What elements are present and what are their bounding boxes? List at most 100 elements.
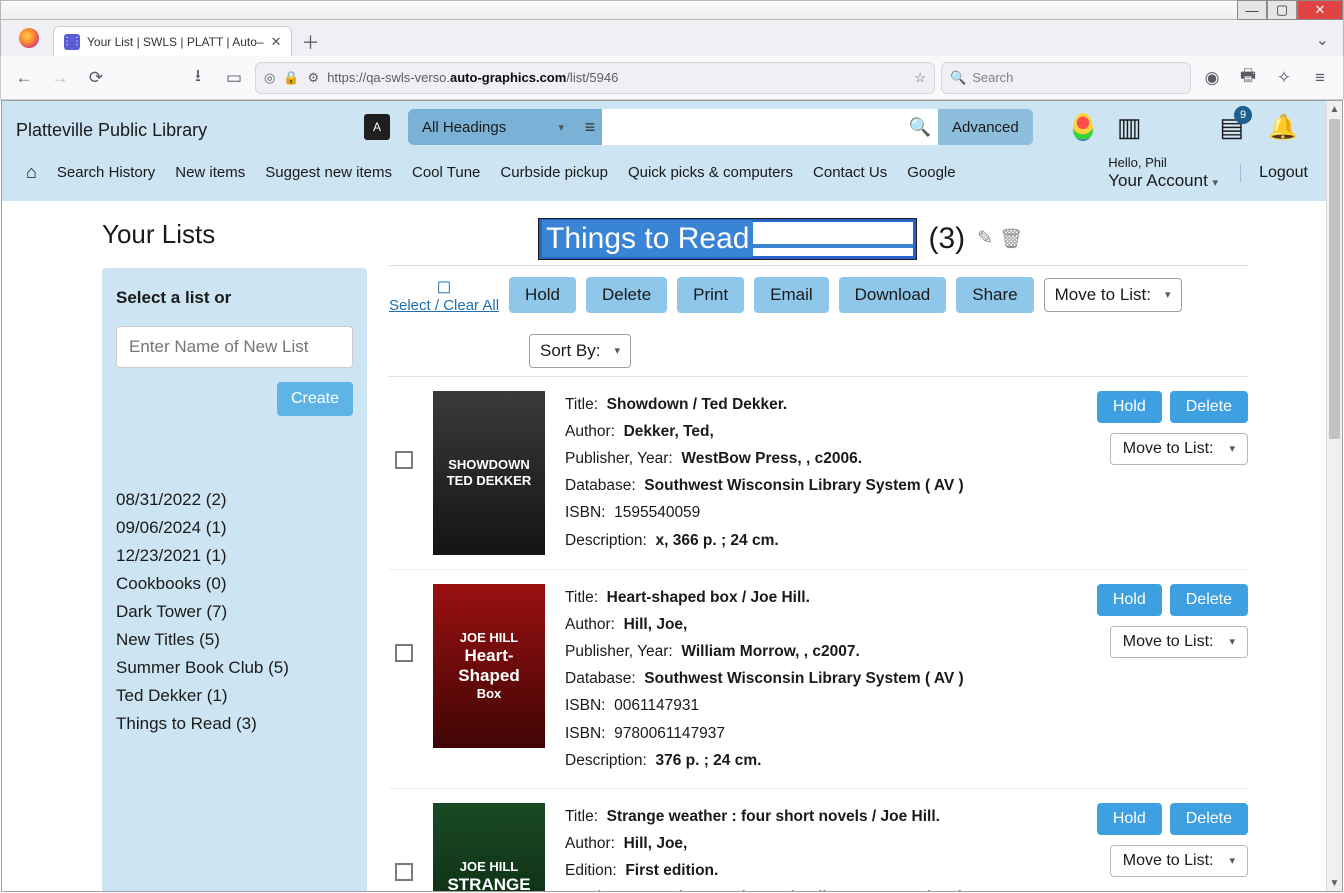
list-link[interactable]: 09/06/2024 (1)	[116, 514, 353, 542]
back-button[interactable]: ←	[9, 63, 39, 93]
scroll-up-icon[interactable]: ▲	[1327, 101, 1342, 117]
advanced-search-link[interactable]: Advanced	[938, 109, 1033, 145]
browser-tab-active[interactable]: ⋮⋮ Your List | SWLS | PLATT | Auto– ✕	[53, 26, 292, 56]
library-name[interactable]: Platteville Public Library	[10, 114, 350, 141]
bulk-email-button[interactable]: Email	[754, 277, 829, 313]
container-icon[interactable]: ▭	[219, 63, 249, 93]
item-hold-button[interactable]: Hold	[1097, 584, 1162, 616]
account-menu[interactable]: Hello, Phil Your Account ▾	[1108, 155, 1218, 191]
item-delete-button[interactable]: Delete	[1170, 584, 1248, 616]
list-content: Things to Read (3) ✎ 🗑 ◻ Select / Clear …	[389, 219, 1308, 891]
library-search-input[interactable]	[602, 109, 902, 145]
home-icon[interactable]: ⌂	[26, 162, 37, 183]
nav-new-items[interactable]: New items	[175, 164, 245, 181]
library-header: Platteville Public Library A All Heading…	[2, 101, 1326, 201]
tab-title: Your List | SWLS | PLATT | Auto–	[87, 35, 264, 49]
database-icon[interactable]: ≡	[578, 117, 602, 138]
bookmark-star-icon[interactable]: ☆	[914, 70, 926, 86]
sidebar-select-label: Select a list or	[116, 288, 353, 308]
item-metadata: Title: Strange weather : four short nove…	[565, 803, 1077, 891]
sidebar: Your Lists Select a list or Create 08/31…	[102, 219, 367, 891]
page-viewport: Platteville Public Library A All Heading…	[1, 100, 1343, 892]
permissions-icon[interactable]: ⚙	[308, 70, 320, 86]
nav-cool-tune[interactable]: Cool Tune	[412, 164, 480, 181]
item-checkbox[interactable]	[395, 451, 413, 469]
search-scope-dropdown[interactable]: All Headings▾	[408, 109, 578, 145]
browser-toolbar: ← → ⟳ ⭳ ▭ ◎ 🔒 ⚙ https://qa-swls-verso.au…	[0, 56, 1344, 100]
nav-quick-picks[interactable]: Quick picks & computers	[628, 164, 793, 181]
item-checkbox[interactable]	[395, 863, 413, 881]
item-move-dropdown[interactable]: Move to List:▾	[1110, 626, 1248, 658]
list-link[interactable]: 08/31/2022 (2)	[116, 486, 353, 514]
item-checkbox[interactable]	[395, 644, 413, 662]
bulk-print-button[interactable]: Print	[677, 277, 744, 313]
list-link[interactable]: Dark Tower (7)	[116, 598, 353, 626]
new-list-name-input[interactable]	[116, 326, 353, 368]
list-link[interactable]: Things to Read (3)	[116, 710, 353, 738]
create-list-button[interactable]: Create	[277, 382, 353, 416]
bulk-download-button[interactable]: Download	[839, 277, 947, 313]
window-close-button[interactable]: ✕	[1297, 0, 1343, 20]
list-link[interactable]: Ted Dekker (1)	[116, 682, 353, 710]
bulk-move-dropdown[interactable]: Move to List:▾	[1044, 278, 1182, 312]
balloon-icon[interactable]	[1073, 113, 1093, 141]
sidebar-title: Your Lists	[102, 219, 367, 250]
bulk-hold-button[interactable]: Hold	[509, 277, 576, 313]
bulk-share-button[interactable]: Share	[956, 277, 1033, 313]
window-maximize-button[interactable]: ▢	[1267, 0, 1297, 20]
shield-icon[interactable]: ◎	[264, 70, 275, 86]
delete-list-icon[interactable]: 🗑	[999, 227, 1023, 251]
nav-curbside[interactable]: Curbside pickup	[500, 164, 608, 181]
shelf-icon[interactable]: ▥	[1117, 112, 1142, 143]
list-item: JOE HILLHeart-ShapedBox Title: Heart-sha…	[389, 570, 1248, 789]
nav-contact[interactable]: Contact Us	[813, 164, 887, 181]
item-move-dropdown[interactable]: Move to List:▾	[1110, 845, 1248, 877]
book-cover[interactable]: SHOWDOWNTED DEKKER	[433, 391, 545, 555]
item-delete-button[interactable]: Delete	[1170, 391, 1248, 423]
tab-close-icon[interactable]: ✕	[271, 34, 282, 50]
book-cover[interactable]: JOE HILLSTRANGEWEATHER	[433, 803, 545, 891]
item-move-dropdown[interactable]: Move to List:▾	[1110, 433, 1248, 465]
url-bar[interactable]: ◎ 🔒 ⚙ https://qa-swls-verso.auto-graphic…	[255, 62, 935, 94]
tabs-dropdown-icon[interactable]: ⌄	[1302, 24, 1343, 56]
select-all-toggle[interactable]: ◻ Select / Clear All	[389, 276, 499, 314]
extensions-icon[interactable]: ✧	[1269, 63, 1299, 93]
notifications-icon[interactable]: ▤9	[1220, 112, 1245, 143]
bell-icon[interactable]: 🔔	[1268, 113, 1298, 142]
item-hold-button[interactable]: Hold	[1097, 803, 1162, 835]
window-minimize-button[interactable]: —	[1237, 0, 1267, 20]
pocket-icon[interactable]: ◉	[1197, 63, 1227, 93]
list-count: (3)	[928, 222, 965, 256]
nav-google[interactable]: Google	[907, 164, 955, 181]
edit-list-icon[interactable]: ✎	[977, 227, 993, 251]
item-hold-button[interactable]: Hold	[1097, 391, 1162, 423]
print-icon[interactable]: 🖶	[1233, 63, 1263, 93]
list-link[interactable]: New Titles (5)	[116, 626, 353, 654]
extension-icon[interactable]: ⭳	[183, 63, 213, 93]
list-link[interactable]: Cookbooks (0)	[116, 570, 353, 598]
logout-link[interactable]: Logout	[1240, 164, 1308, 182]
vertical-scrollbar[interactable]: ▲ ▼	[1326, 101, 1342, 891]
nav-suggest[interactable]: Suggest new items	[265, 164, 392, 181]
list-link[interactable]: 12/23/2021 (1)	[116, 542, 353, 570]
scroll-down-icon[interactable]: ▼	[1327, 875, 1342, 891]
book-cover[interactable]: JOE HILLHeart-ShapedBox	[433, 584, 545, 748]
browser-tab-strip: ⋮⋮ Your List | SWLS | PLATT | Auto– ✕ ＋ …	[0, 20, 1344, 56]
new-tab-button[interactable]: ＋	[296, 28, 324, 56]
language-icon[interactable]: A	[364, 114, 390, 140]
browser-search-box[interactable]: 🔍 Search	[941, 62, 1191, 94]
item-delete-button[interactable]: Delete	[1170, 803, 1248, 835]
hamburger-menu-icon[interactable]: ≡	[1305, 63, 1335, 93]
search-placeholder: Search	[972, 70, 1013, 85]
bulk-delete-button[interactable]: Delete	[586, 277, 667, 313]
search-icon: 🔍	[950, 70, 966, 86]
item-metadata: Title: Showdown / Ted Dekker. Author: De…	[565, 391, 1077, 554]
list-title-edit-input[interactable]: Things to Read	[539, 219, 916, 259]
lock-icon[interactable]: 🔒	[283, 70, 299, 86]
reload-button[interactable]: ⟳	[81, 63, 111, 93]
scrollbar-thumb[interactable]	[1329, 119, 1340, 439]
list-link[interactable]: Summer Book Club (5)	[116, 654, 353, 682]
sort-by-dropdown[interactable]: Sort By:▾	[529, 334, 631, 368]
library-search-button[interactable]: 🔍	[902, 109, 938, 145]
nav-search-history[interactable]: Search History	[57, 164, 155, 181]
